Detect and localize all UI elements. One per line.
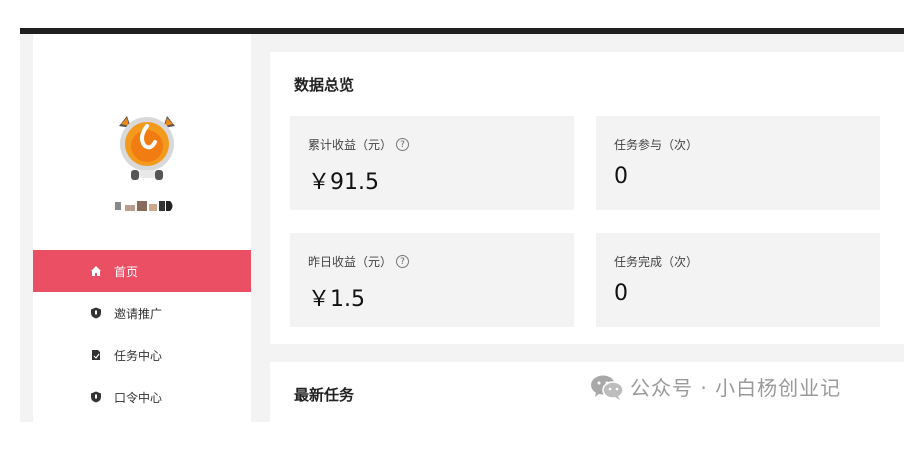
- card-label: 累计收益（元）: [308, 138, 393, 152]
- help-icon[interactable]: ?: [396, 138, 410, 151]
- sidebar-item-label: 口令中心: [114, 390, 163, 405]
- app-frame: 首页 邀请推广 任务中心 口令中心 数据总览 累计收益（元） ? ￥91.5 任…: [20, 34, 904, 422]
- card-value: 0: [614, 281, 628, 306]
- sidebar-menu: 首页 邀请推广 任务中心 口令中心: [33, 250, 251, 418]
- shield-icon: [90, 391, 102, 403]
- overview-title: 数据总览: [294, 76, 355, 94]
- card-value: 0: [614, 164, 628, 189]
- sidebar: 首页 邀请推广 任务中心 口令中心: [33, 34, 251, 422]
- card-label: 任务参与（次）: [614, 138, 699, 152]
- sidebar-item-label: 任务中心: [114, 348, 163, 363]
- overview-panel: 数据总览 累计收益（元） ? ￥91.5 任务参与（次） 0 昨日收益（元） ?…: [270, 52, 904, 344]
- avatar[interactable]: [111, 112, 183, 188]
- stat-card-task-completion: 任务完成（次） 0: [596, 233, 880, 327]
- document-icon: [90, 349, 102, 361]
- sidebar-item-home[interactable]: 首页: [33, 250, 251, 292]
- home-icon: [90, 265, 102, 277]
- stat-card-yesterday-income: 昨日收益（元） ? ￥1.5: [290, 233, 574, 327]
- stat-card-total-income: 累计收益（元） ? ￥91.5: [290, 116, 574, 210]
- card-value: ￥91.5: [308, 170, 379, 195]
- latest-tasks-title: 最新任务: [294, 386, 355, 404]
- watermark: 公众号 · 小白杨创业记: [590, 372, 841, 401]
- sidebar-item-invite[interactable]: 邀请推广: [33, 292, 251, 334]
- username-blurred: [115, 201, 173, 211]
- help-icon[interactable]: ?: [396, 255, 410, 268]
- card-label: 任务完成（次）: [614, 255, 699, 269]
- card-value: ￥1.5: [308, 287, 365, 312]
- shield-icon: [90, 307, 102, 319]
- watermark-text: 公众号 · 小白杨创业记: [630, 376, 842, 400]
- sidebar-item-label: 首页: [114, 264, 139, 279]
- stat-card-task-participation: 任务参与（次） 0: [596, 116, 880, 210]
- card-label: 昨日收益（元）: [308, 255, 393, 269]
- sidebar-item-label: 邀请推广: [114, 306, 163, 321]
- sidebar-item-password[interactable]: 口令中心: [33, 376, 251, 418]
- wechat-icon: [591, 375, 624, 400]
- sidebar-item-tasks[interactable]: 任务中心: [33, 334, 251, 376]
